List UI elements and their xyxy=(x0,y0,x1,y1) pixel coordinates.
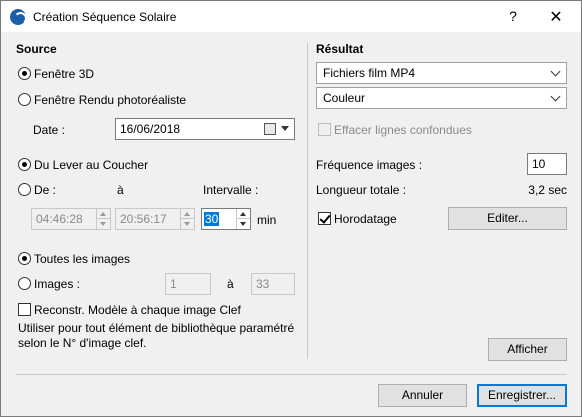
color-select-value: Couleur xyxy=(323,91,366,105)
color-select[interactable]: Couleur xyxy=(316,87,567,109)
end-time-field[interactable]: 20:56:17 xyxy=(115,208,195,230)
interval-unit: min xyxy=(257,213,277,227)
horizontal-divider xyxy=(16,374,567,375)
timestamp-checkbox[interactable] xyxy=(318,212,331,225)
frame-rate-value: 10 xyxy=(532,157,546,171)
radio-3d-window-label[interactable]: Fenêtre 3D xyxy=(34,67,94,81)
help-button[interactable]: ? xyxy=(501,8,525,26)
timestamp-label[interactable]: Horodatage xyxy=(334,212,397,226)
chevron-down-icon xyxy=(550,66,561,77)
image-from-value: 1 xyxy=(170,277,177,291)
total-length-label: Longueur totale : xyxy=(316,183,407,197)
vertical-divider xyxy=(307,43,308,359)
edit-button[interactable]: Editer... xyxy=(448,207,567,230)
start-time-stepper[interactable] xyxy=(96,209,110,229)
dialog-window: Création Séquence Solaire ? ✕ Source Fen… xyxy=(0,0,582,417)
radio-sunrise-sunset[interactable] xyxy=(18,158,31,171)
radio-all-images[interactable] xyxy=(18,252,31,265)
title-bar: Création Séquence Solaire ? ✕ xyxy=(1,1,581,32)
radio-photorealistic-window-label[interactable]: Fenêtre Rendu photoréaliste xyxy=(34,93,186,107)
radio-3d-window[interactable] xyxy=(18,67,31,80)
interval-field[interactable]: 30 xyxy=(201,208,251,230)
interval-value: 30 xyxy=(204,212,220,226)
radio-image-range-label[interactable]: Images : xyxy=(34,277,80,291)
result-heading: Résultat xyxy=(316,42,364,56)
date-label: Date : xyxy=(33,123,66,137)
radio-time-range-label[interactable]: De : xyxy=(34,183,56,197)
show-button[interactable]: Afficher xyxy=(488,338,567,361)
save-button[interactable]: Enregistrer... xyxy=(477,384,567,407)
rebuild-model-checkbox[interactable] xyxy=(18,303,31,316)
date-field[interactable]: 16/06/2018 xyxy=(115,118,295,140)
frame-rate-label: Fréquence images : xyxy=(316,158,423,172)
radio-image-range[interactable] xyxy=(18,277,31,290)
calendar-icon[interactable] xyxy=(264,123,276,135)
radio-time-range[interactable] xyxy=(18,183,31,196)
interval-label: Intervalle : xyxy=(203,183,259,197)
radio-photorealistic-window[interactable] xyxy=(18,93,31,106)
hidden-lines-label: Effacer lignes confondues xyxy=(334,123,472,137)
start-time-value: 04:46:28 xyxy=(36,212,83,226)
app-icon xyxy=(10,9,27,25)
image-to-value: 33 xyxy=(256,277,270,291)
close-button[interactable]: ✕ xyxy=(544,7,568,27)
date-value: 16/06/2018 xyxy=(120,122,181,136)
date-dropdown-arrow-icon[interactable] xyxy=(281,126,289,131)
window-title: Création Séquence Solaire xyxy=(33,10,177,24)
format-select-value: Fichiers film MP4 xyxy=(323,66,416,80)
end-time-stepper[interactable] xyxy=(180,209,194,229)
radio-all-images-label[interactable]: Toutes les images xyxy=(34,252,130,266)
total-length-value: 3,2 sec xyxy=(528,183,567,197)
hidden-lines-checkbox[interactable] xyxy=(318,123,331,136)
radio-sunrise-sunset-label[interactable]: Du Lever au Coucher xyxy=(34,158,148,172)
chevron-down-icon xyxy=(550,91,561,102)
image-to-field[interactable]: 33 xyxy=(251,273,295,295)
frame-rate-field[interactable]: 10 xyxy=(527,153,567,175)
format-select[interactable]: Fichiers film MP4 xyxy=(316,62,567,84)
cancel-button[interactable]: Annuler xyxy=(378,384,467,407)
image-to-label: à xyxy=(227,277,234,291)
library-note: Utiliser pour tout élément de bibliothèq… xyxy=(18,321,295,350)
start-time-field[interactable]: 04:46:28 xyxy=(31,208,111,230)
source-heading: Source xyxy=(16,42,57,56)
rebuild-model-label[interactable]: Reconstr. Modèle à chaque image Clef xyxy=(34,303,241,317)
to-label: à xyxy=(117,183,124,197)
image-from-field[interactable]: 1 xyxy=(165,273,211,295)
interval-stepper[interactable] xyxy=(236,209,250,229)
end-time-value: 20:56:17 xyxy=(120,212,167,226)
